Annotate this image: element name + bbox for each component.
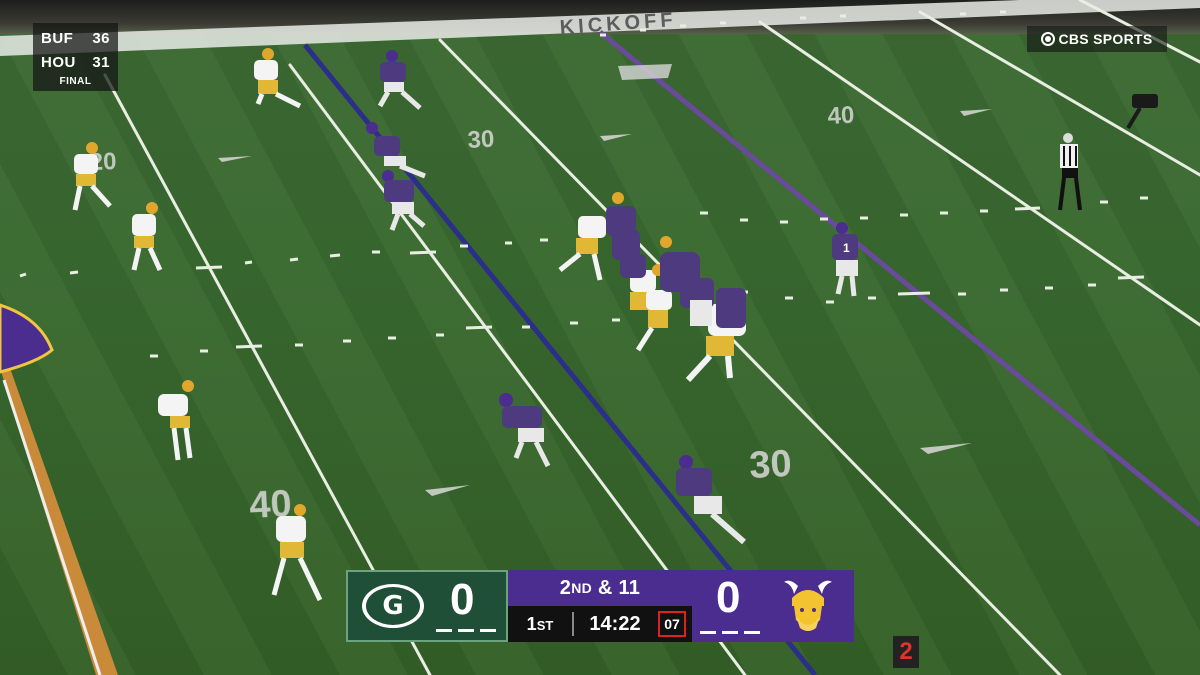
timeout-indicator (722, 631, 738, 634)
cbs-eye-icon (1041, 32, 1056, 46)
play-clock: 07 (658, 611, 686, 637)
away-player (254, 48, 302, 109)
other-game-score-box: BUF 36 HOU 31 FINAL (33, 23, 118, 91)
away-logo-letter: G (366, 587, 420, 625)
other-game-team-abbr: BUF (41, 30, 74, 47)
referee (1058, 133, 1082, 211)
viking-head-icon (784, 580, 832, 631)
home-line (606, 206, 746, 328)
home-player-number: 1 (843, 241, 850, 255)
network-logo-text: CBS SPORTS (1058, 31, 1153, 47)
home-score: 0 (716, 573, 741, 622)
other-game-status: FINAL (59, 76, 92, 87)
away-team-panel: G 0 (346, 570, 508, 642)
quarter-suffix: ST (536, 617, 554, 633)
away-player (131, 202, 163, 272)
down-marker-sign: 2 (893, 636, 919, 668)
distance: & 11 (597, 576, 641, 599)
yard-number-30-upper: 30 (467, 126, 495, 154)
other-game-team-abbr: HOU (41, 54, 76, 71)
away-score: 0 (450, 575, 475, 624)
timeout-indicator (480, 629, 496, 632)
packers-logo-icon: G (362, 584, 424, 628)
timeout-indicator (458, 629, 474, 632)
home-team-panel: 0 (692, 570, 854, 642)
quarter-number: 1 (526, 613, 537, 634)
timeout-indicator (436, 629, 452, 632)
game-clock: 14:22 (589, 612, 641, 635)
away-player (271, 504, 323, 602)
endzone-banner-text: KICKOFF (559, 9, 677, 39)
down-and-distance: 2 ND & 11 (508, 570, 692, 606)
yard-number-30-lower-right: 30 (748, 443, 792, 487)
home-player (366, 122, 426, 179)
home-player-1: 1 (832, 222, 858, 297)
other-game-team-score: 36 (92, 30, 110, 47)
home-timeouts (700, 631, 760, 634)
midfield-logo-partial (0, 303, 54, 374)
other-game-row-1: BUF 36 (41, 27, 110, 51)
home-player (499, 393, 551, 468)
league-shield-decal (618, 64, 672, 80)
away-players: 90 (72, 48, 746, 602)
down-suffix: ND (571, 580, 593, 596)
game-situation-panel: 2 ND & 11 1ST 14:22 07 (508, 570, 692, 642)
quarter: 1ST (508, 614, 572, 635)
scorebug: G 0 2 ND & 11 1ST 14:22 07 0 (346, 570, 854, 642)
home-player (377, 50, 422, 110)
clock-row: 1ST 14:22 07 (508, 606, 692, 642)
down-number: 2 (559, 576, 572, 599)
other-game-team-score: 31 (92, 54, 110, 71)
other-game-row-2: HOU 31 (41, 51, 110, 75)
timeout-indicator (700, 631, 716, 634)
away-timeouts (436, 629, 496, 632)
timeout-indicator (744, 631, 760, 634)
network-logo: CBS SPORTS (1027, 26, 1167, 52)
home-player (676, 455, 746, 545)
yard-number-40-upper-right: 40 (827, 102, 855, 130)
home-player (382, 170, 426, 231)
away-player (158, 380, 194, 461)
camera-rig (1126, 94, 1158, 130)
